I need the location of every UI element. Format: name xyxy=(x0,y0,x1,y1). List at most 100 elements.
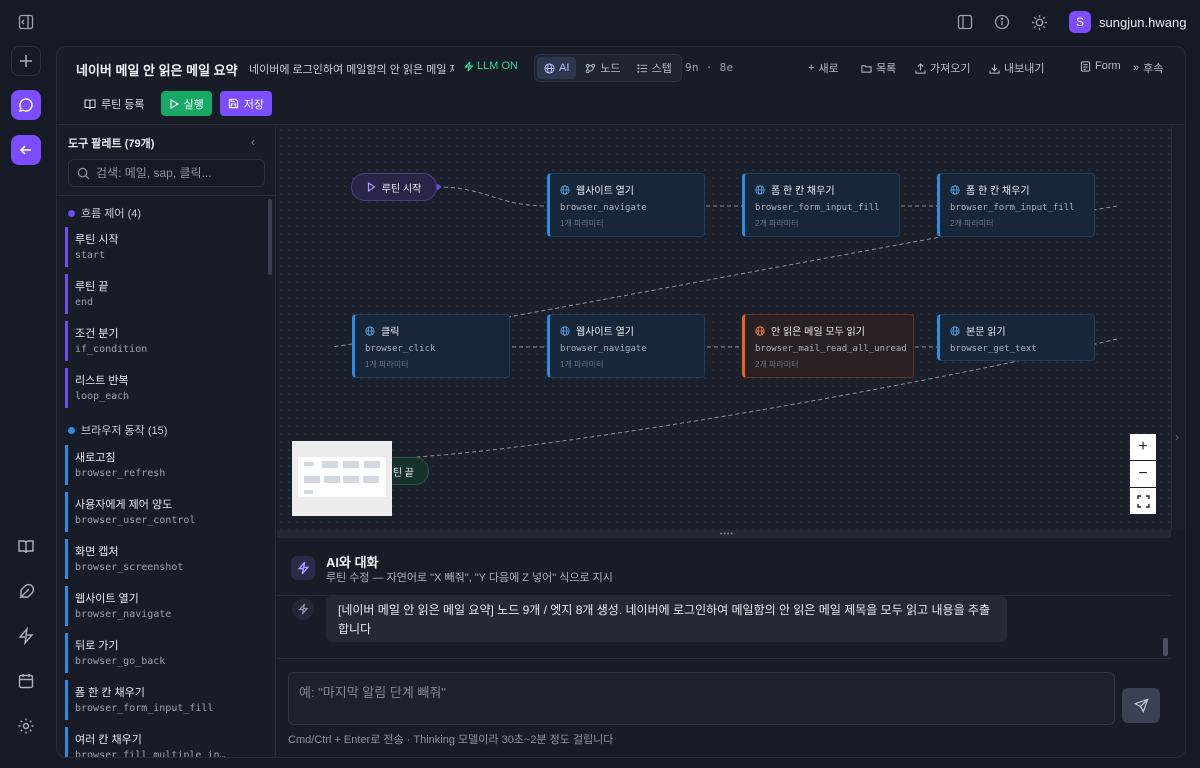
chat-divider xyxy=(277,658,1171,659)
tab-node-label: 노드 xyxy=(600,63,621,75)
palette-scrollbar[interactable] xyxy=(268,199,272,275)
info-icon[interactable] xyxy=(994,14,1012,32)
chat-input-box[interactable] xyxy=(288,672,1115,725)
node-start[interactable]: 루틴 시작 xyxy=(351,173,437,201)
chat-input[interactable] xyxy=(289,673,1114,724)
llm-status-label: LLM ON xyxy=(477,60,518,72)
node-param: 2개 파라미터 xyxy=(950,219,994,228)
flow-canvas[interactable]: 루틴 시작 웹사이트 열기 browser_navigate 1개 파라미터 폼… xyxy=(277,126,1171,530)
send-hint: Cmd/Ctrl + Enter로 전송 · Thinking 모델이라 30초… xyxy=(288,734,614,746)
more-button[interactable]: » 후속 xyxy=(1133,60,1163,76)
right-panel-collapsed[interactable]: › xyxy=(1171,126,1185,530)
chat-scrollbar[interactable] xyxy=(1163,638,1168,656)
routine-title[interactable]: 네이버 메일 안 읽은 메일 요약 xyxy=(76,60,238,79)
palette-item-browser-screenshot[interactable]: 화면 캡처 browser_screenshot xyxy=(65,539,260,579)
node-param: 2개 파라미터 xyxy=(755,360,799,369)
palette-item-browser-refresh[interactable]: 새로고침 browser_refresh xyxy=(65,445,260,485)
flow-node[interactable]: 웹사이트 열기 browser_navigate 1개 파라미터 xyxy=(547,314,705,378)
plus-icon: + xyxy=(808,62,815,74)
import-button[interactable]: 가져오기 xyxy=(915,60,970,76)
drag-grip-icon: •••• xyxy=(720,531,734,538)
edge xyxy=(436,186,548,207)
zoom-out-button[interactable]: − xyxy=(1130,461,1156,487)
search-input[interactable] xyxy=(96,166,256,180)
list-button[interactable]: 목록 xyxy=(861,60,896,76)
collapse-chevron-icon[interactable]: ‹ xyxy=(251,135,255,149)
editor-header: 네이버 메일 안 읽은 메일 요약 네이버에 로그인하여 메일함의 안 읽은 메… xyxy=(57,47,1185,125)
globe-icon xyxy=(755,184,765,195)
palette-item-start[interactable]: 루틴 시작 start xyxy=(65,227,260,267)
new-plus-button[interactable] xyxy=(11,46,41,76)
fit-view-button[interactable] xyxy=(1130,488,1156,514)
lightning-icon xyxy=(291,556,315,580)
palette-item-browser-user-control[interactable]: 사용자에게 제어 양도 browser_user_control xyxy=(65,492,260,532)
palette-item-browser-fill-multiple[interactable]: 여러 칸 채우기 browser_fill_multiple_in… xyxy=(65,727,260,758)
run-button[interactable]: 실행 xyxy=(160,91,212,116)
node-param: 1개 파라미터 xyxy=(365,360,409,369)
node-icon xyxy=(586,63,596,73)
node-func: browser_mail_read_all_unread xyxy=(755,344,907,354)
chat-subtitle: 루틴 수정 — 자연어로 "X 빼줘", "Y 다음에 Z 넣어" 식으로 지시 xyxy=(326,572,613,584)
settings-gear-icon[interactable] xyxy=(11,711,41,741)
palette-item-code: end xyxy=(75,297,94,308)
tab-step[interactable]: 스텝 xyxy=(630,57,679,79)
new-button[interactable]: + 새로 xyxy=(808,60,839,76)
palette-item-name: 조건 분기 xyxy=(75,328,119,340)
flow-node[interactable]: 본문 읽기 browser_get_text xyxy=(937,314,1095,361)
chevron-right-icon[interactable]: › xyxy=(1175,430,1179,444)
node-param: 2개 파라미터 xyxy=(755,219,799,228)
palette-item-loop-each[interactable]: 리스트 반복 loop_each xyxy=(65,368,260,408)
globe-icon xyxy=(544,62,555,74)
palette-item-if-condition[interactable]: 조건 분기 if_condition xyxy=(65,321,260,361)
panel-layout-icon[interactable] xyxy=(957,14,975,32)
resize-handle[interactable]: •••• xyxy=(277,530,1171,538)
play-icon xyxy=(367,182,376,192)
palette-item-browser-form-input-fill[interactable]: 폼 한 칸 채우기 browser_form_input_fill xyxy=(65,680,260,720)
theme-sun-icon[interactable] xyxy=(1031,14,1049,32)
palette-item-code: browser_navigate xyxy=(75,609,172,620)
calendar-icon[interactable] xyxy=(11,666,41,696)
flow-node-highlighted[interactable]: 안 읽은 메일 모두 읽기 browser_mail_read_all_unre… xyxy=(742,314,914,378)
palette-item-code: browser_form_input_fill xyxy=(75,703,214,714)
chat-nav-button[interactable] xyxy=(11,90,41,120)
palette-item-name: 루틴 시작 xyxy=(75,234,119,246)
palette-search[interactable] xyxy=(68,159,265,187)
palette-item-browser-navigate[interactable]: 웹사이트 열기 browser_navigate xyxy=(65,586,260,626)
palette-item-code: browser_fill_multiple_in… xyxy=(75,750,226,758)
flow-node[interactable]: 웹사이트 열기 browser_navigate 1개 파라미터 xyxy=(547,173,705,237)
node-func: browser_click xyxy=(365,344,436,354)
zoom-in-label: + xyxy=(1138,438,1148,455)
palette-item-end[interactable]: 루틴 끝 end xyxy=(65,274,260,314)
palette-item-browser-go-back[interactable]: 뒤로 가기 browser_go_back xyxy=(65,633,260,673)
left-rail xyxy=(0,46,54,768)
book-icon[interactable] xyxy=(11,532,41,562)
node-title: 폼 한 칸 채우기 xyxy=(771,186,835,197)
zoom-in-button[interactable]: + xyxy=(1130,434,1156,460)
node-param: 1개 파라미터 xyxy=(560,219,604,228)
register-routine-button[interactable]: 루틴 등록 xyxy=(76,91,153,116)
flow-node[interactable]: 폼 한 칸 채우기 browser_form_input_fill 2개 파라미… xyxy=(742,173,900,237)
minimap[interactable] xyxy=(292,441,392,516)
export-button[interactable]: 내보내기 xyxy=(989,60,1044,76)
routine-description[interactable]: 네이버에 로그인하여 메일함의 안 읽은 메일 제 xyxy=(249,61,454,77)
action-row: 루틴 등록 실행 저장 xyxy=(76,91,273,116)
feather-icon[interactable] xyxy=(11,577,41,607)
node-title: 웹사이트 열기 xyxy=(576,186,634,197)
user-menu[interactable]: S sungjun.hwang xyxy=(1069,11,1186,33)
sidebar-toggle-icon[interactable] xyxy=(18,14,36,32)
save-button[interactable]: 저장 xyxy=(219,91,273,116)
back-arrow-button[interactable] xyxy=(11,135,41,165)
lightning-icon[interactable] xyxy=(11,621,41,651)
avatar: S xyxy=(1069,11,1091,33)
assistant-message: [네이버 메일 안 읽은 메일 요약] 노드 9개 / 엣지 8개 생성. 네이… xyxy=(326,596,1007,642)
send-button[interactable] xyxy=(1122,688,1160,723)
form-button[interactable]: Form xyxy=(1080,60,1121,72)
tab-ai[interactable]: AI xyxy=(537,57,577,79)
tab-node[interactable]: 노드 xyxy=(578,57,627,79)
node-title: 본문 읽기 xyxy=(966,327,1006,338)
category-flow-control[interactable]: 흐름 제어 (4) xyxy=(68,205,141,221)
llm-status-badge[interactable]: LLM ON xyxy=(464,60,518,72)
flow-node[interactable]: 폼 한 칸 채우기 browser_form_input_fill 2개 파라미… xyxy=(937,173,1095,237)
flow-node[interactable]: 클릭 browser_click 1개 파라미터 xyxy=(352,314,510,378)
category-browser-actions[interactable]: 브라우저 동작 (15) xyxy=(68,422,167,438)
